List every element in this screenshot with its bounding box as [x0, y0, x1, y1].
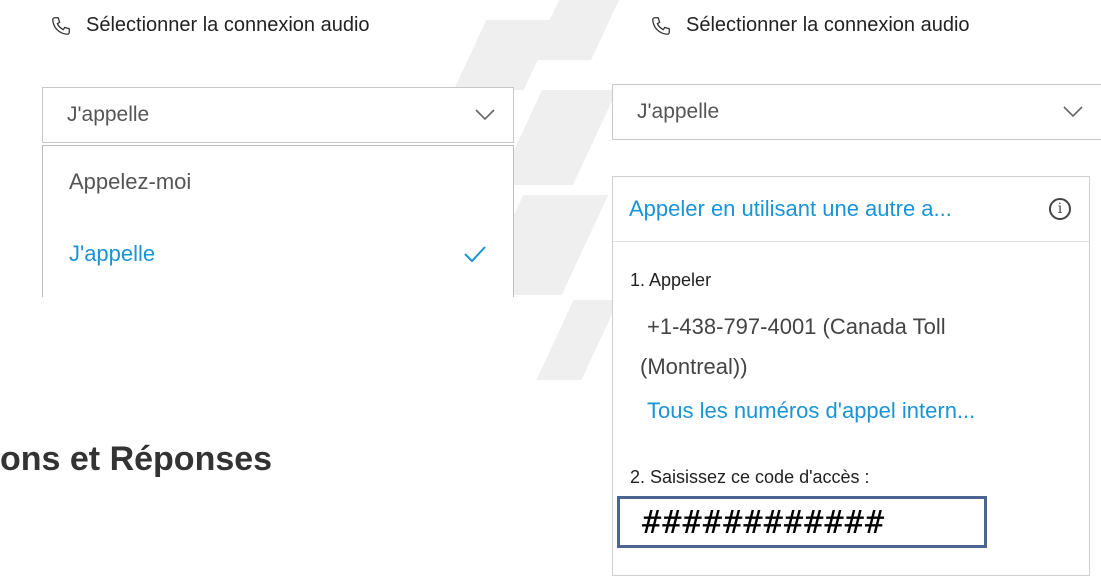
right-audio-connection-title: Sélectionner la connexion audio	[650, 14, 970, 37]
audio-options-dropdown: Appelez-moi J'appelle	[42, 145, 514, 297]
all-numbers-link[interactable]: Tous les numéros d'appel intern...	[647, 398, 975, 424]
slide-heading: ons et Réponses	[0, 440, 273, 478]
left-title-text: Sélectionner la connexion audio	[86, 14, 370, 36]
left-select-value: J'appelle	[67, 103, 150, 126]
dropdown-item-i-call[interactable]: J'appelle	[43, 218, 513, 290]
watermark-shape	[536, 300, 619, 380]
alt-call-link[interactable]: Appeler en utilisant une autre a...	[629, 196, 952, 222]
left-audio-connection-title: Sélectionner la connexion audio	[50, 14, 370, 37]
phone-number-line2: (Montreal))	[640, 354, 748, 379]
right-select-value: J'appelle	[637, 100, 720, 123]
dropdown-item-call-me[interactable]: Appelez-moi	[43, 146, 513, 218]
access-code-box[interactable]: ############	[617, 496, 987, 548]
checkmark-icon	[464, 246, 486, 263]
info-icon[interactable]: i	[1049, 198, 1071, 220]
phone-icon	[52, 16, 70, 35]
phone-number-line1: +1-438-797-4001 (Canada Toll	[647, 314, 946, 339]
right-audio-select[interactable]: J'appelle	[612, 84, 1101, 140]
watermark-shape	[531, 0, 619, 60]
step1-label: 1. Appeler	[630, 270, 712, 290]
access-code-value: ############	[642, 503, 886, 541]
right-title-text: Sélectionner la connexion audio	[686, 14, 970, 36]
step2-label: 2. Saisissez ce code d'accès :	[630, 467, 870, 487]
card-header: Appeler en utilisant une autre a... i	[613, 177, 1089, 242]
dropdown-item-label: J'appelle	[69, 241, 156, 266]
chevron-down-icon	[1063, 106, 1083, 118]
chevron-down-icon	[475, 109, 495, 121]
phone-icon	[652, 16, 670, 35]
watermark-shape	[497, 90, 618, 185]
left-audio-select[interactable]: J'appelle	[42, 87, 514, 143]
dropdown-item-label: Appelez-moi	[69, 169, 192, 194]
